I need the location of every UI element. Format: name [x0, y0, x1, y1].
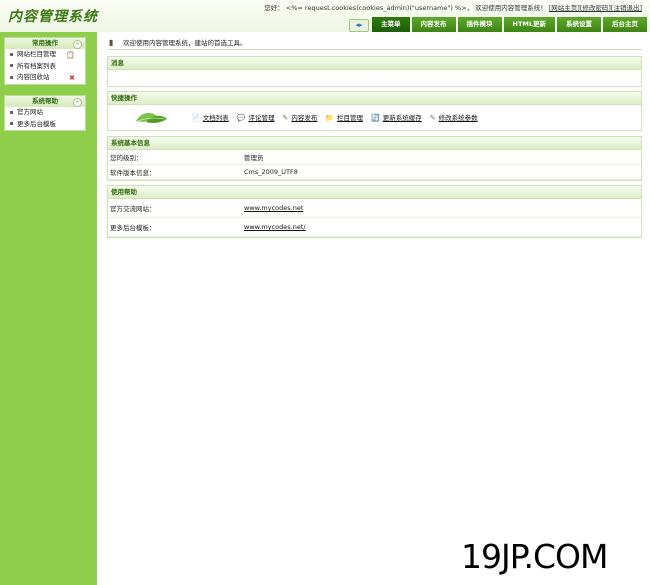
panel-system-help: 系统帮助 « 官方网站 更多后台模板: [4, 95, 86, 131]
message-body: [108, 70, 641, 86]
quick-link-publish[interactable]: ✎ 内容发布: [282, 112, 317, 122]
delete-icon[interactable]: ✖: [69, 74, 75, 82]
quick-ops-section: 快捷操作 📄 文档列表 💬 评论管理 ✎ 内容发布 📁 栏目管理 🔄 更新系统缓存 ✎ 修改…: [107, 91, 642, 131]
tab-html-update[interactable]: HTML更新: [503, 17, 555, 32]
sidebar-item-label: 网站栏目管理: [17, 50, 56, 58]
section-title: 使用帮助: [108, 186, 641, 199]
quick-ops-body: 📄 文档列表 💬 评论管理 ✎ 内容发布 📁 栏目管理 🔄 更新系统缓存 ✎ 修改系统参数: [108, 105, 641, 130]
document-icon: 📄: [191, 114, 200, 122]
sysinfo-section: 系统基本信息 您的级别： 管理员 软件版本信息： Cms_2009_UTF8: [107, 136, 642, 181]
quick-link-label: 修改系统参数: [438, 114, 478, 122]
welcome-bar: ▮ 欢迎使用内容管理系统，建站的首选工具。: [109, 37, 642, 50]
row-value: Cms_2009_UTF8: [240, 164, 641, 180]
bullet-icon: [10, 52, 13, 56]
quick-link-comments[interactable]: 💬 评论管理: [237, 112, 275, 122]
leaf-icon: [136, 112, 167, 123]
quick-link-system-params[interactable]: ✎ 修改系统参数: [430, 112, 478, 122]
quick-link-doc-list[interactable]: 📄 文档列表: [191, 112, 229, 122]
sidebar-item-all-archives[interactable]: 所有档案列表: [5, 61, 85, 73]
tab-main-menu[interactable]: 主菜单: [372, 17, 410, 32]
templates-link[interactable]: www.mycodes.net/: [244, 223, 306, 231]
sidebar-item-label: 所有档案列表: [17, 61, 56, 70]
table-row: 您的级别： 管理员: [108, 150, 641, 165]
quick-link-label: 栏目管理: [337, 114, 364, 122]
user-info-line: 您好： <%= request.cookies(cookies_admin)("…: [264, 2, 642, 12]
welcome-text: 欢迎使用内容管理系统，建站的首选工具。: [123, 39, 247, 47]
logout-link[interactable]: [注销退出]: [611, 4, 642, 12]
sidebar-item-label: 内容回收站: [17, 73, 50, 81]
folder-icon: 📁: [325, 114, 335, 122]
row-value: www.mycodes.net/: [240, 217, 641, 237]
sysinfo-table: 您的级别： 管理员 软件版本信息： Cms_2009_UTF8: [108, 150, 641, 180]
sidebar: 常用操作 « 网站栏目管理 📋 所有档案列表 内容回收站 ✖ 系统帮助 « 官方…: [0, 32, 97, 585]
pencil-icon: ✎: [282, 114, 289, 122]
quick-link-label: 评论管理: [248, 114, 275, 122]
official-site-link[interactable]: www.mycodes.net: [244, 204, 303, 212]
quick-link-columns[interactable]: 📁 栏目管理: [325, 112, 363, 122]
tab-plugins[interactable]: 插件模块: [457, 17, 502, 32]
table-row: 更多后台模板： www.mycodes.net/: [108, 217, 641, 237]
tab-admin-home[interactable]: 后台主页: [602, 17, 647, 32]
sidebar-item-column-manage[interactable]: 网站栏目管理 📋: [5, 49, 85, 61]
header: 内容管理系统 您好： <%= request.cookies(cookies_a…: [0, 0, 650, 34]
user-prefix: 您好：: [264, 4, 284, 12]
quick-link-label: 文档列表: [202, 114, 229, 122]
sidebar-item-more-templates[interactable]: 更多后台模板: [5, 119, 85, 131]
row-label: 更多后台模板：: [108, 217, 240, 237]
row-label: 您的级别：: [108, 150, 240, 165]
panel-title: 系统帮助 «: [5, 96, 85, 107]
panel-title-text: 常用操作: [32, 39, 58, 47]
collapse-icon[interactable]: «: [73, 97, 82, 107]
row-value: 管理员: [240, 150, 641, 165]
table-row: 官方交流网站： www.mycodes.net: [108, 199, 641, 218]
section-title: 快捷操作: [108, 92, 641, 105]
collapse-icon[interactable]: «: [73, 39, 82, 49]
table-row: 软件版本信息： Cms_2009_UTF8: [108, 164, 641, 180]
message-section: 消息: [107, 56, 642, 87]
sidebar-item-label: 更多后台模板: [17, 119, 56, 128]
refresh-icon: 🔄: [371, 114, 380, 122]
sidebar-item-label: 官方网站: [17, 108, 43, 116]
main-content: ▮ 欢迎使用内容管理系统，建站的首选工具。 消息 快捷操作 📄 文档列表 💬 评论管理…: [97, 32, 650, 585]
quick-link-refresh-cache[interactable]: 🔄 更新系统缓存: [371, 112, 422, 122]
username-code: <%= request.cookies(cookies_admin)("user…: [285, 4, 474, 12]
sidebar-item-recycle-bin[interactable]: 内容回收站 ✖: [5, 72, 85, 84]
quick-link-label: 内容发布: [291, 114, 318, 122]
section-title: 系统基本信息: [108, 137, 641, 150]
bullet-icon: [10, 64, 13, 67]
welcome-message: 欢迎使用内容管理系统！: [475, 4, 547, 12]
bullet-icon: [10, 110, 13, 114]
panel-title: 常用操作 «: [5, 38, 85, 49]
row-value: www.mycodes.net: [240, 199, 641, 218]
watermark: 19JP.COM: [461, 537, 608, 576]
row-label: 官方交流网站：: [108, 199, 240, 218]
bullet-icon: [10, 75, 13, 79]
section-title: 消息: [108, 57, 641, 70]
sidebar-item-official-site[interactable]: 官方网站: [5, 107, 85, 119]
clipboard-icon[interactable]: 📋: [66, 51, 75, 59]
bullet-icon: [10, 122, 13, 125]
book-icon: ▮: [109, 38, 114, 47]
row-label: 软件版本信息：: [108, 164, 240, 180]
panel-title-text: 系统帮助: [32, 97, 58, 105]
panel-common-ops: 常用操作 « 网站栏目管理 📋 所有档案列表 内容回收站 ✖: [4, 37, 86, 85]
quick-link-label: 更新系统缓存: [382, 114, 422, 122]
tab-content-publish[interactable]: 内容发布: [411, 17, 456, 32]
help-section: 使用帮助 官方交流网站： www.mycodes.net 更多后台模板： www…: [107, 185, 642, 238]
comment-icon: 💬: [236, 114, 246, 122]
home-link[interactable]: [网站主页]: [549, 4, 580, 12]
nav-toggle-icon[interactable]: ◂▸: [349, 19, 369, 32]
quick-links: 📄 文档列表 💬 评论管理 ✎ 内容发布 📁 栏目管理 🔄 更新系统缓存 ✎ 修改系统参数: [191, 112, 478, 122]
tab-system-settings[interactable]: 系统设置: [556, 17, 601, 32]
help-table: 官方交流网站： www.mycodes.net 更多后台模板： www.myco…: [108, 199, 641, 237]
nav-tabs: 主菜单 内容发布 插件模块 HTML更新 系统设置 后台主页: [370, 17, 647, 32]
pencil-icon: ✎: [429, 114, 436, 122]
change-password-link[interactable]: [修改密码]: [580, 4, 611, 12]
